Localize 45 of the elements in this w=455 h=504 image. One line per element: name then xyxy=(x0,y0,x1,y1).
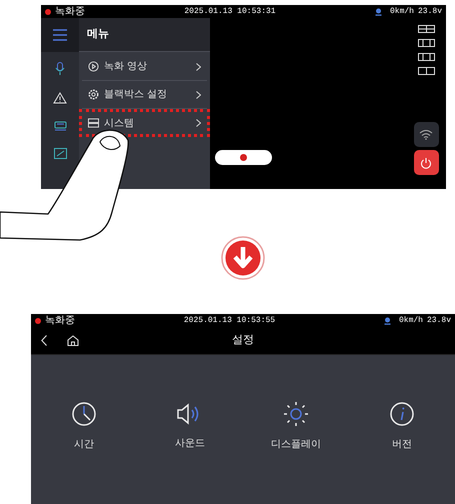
sun-icon xyxy=(283,401,309,427)
location-icon xyxy=(374,8,382,16)
recording-status: 녹화중 xyxy=(45,316,75,326)
settings-item[interactable]: 디스플레이 xyxy=(243,401,349,452)
layout-icon[interactable] xyxy=(418,53,434,61)
chevron-right-icon xyxy=(196,90,201,98)
datetime: 2025.01.13 10:53:55 xyxy=(182,316,276,324)
power-icon xyxy=(420,156,432,168)
speed: 0km/h xyxy=(390,8,414,16)
microphone-icon[interactable] xyxy=(55,62,65,76)
power-button[interactable] xyxy=(414,150,438,175)
record-button[interactable] xyxy=(215,150,272,165)
location-icon xyxy=(384,316,391,324)
screen-icon[interactable] xyxy=(54,148,66,159)
back-icon xyxy=(41,335,47,346)
settings-item[interactable]: 버전 xyxy=(349,401,455,452)
menu-title: 메뉴 xyxy=(87,26,109,42)
datetime: 2025.01.13 10:53:31 xyxy=(183,8,277,16)
chevron-right-icon xyxy=(196,62,201,70)
home-button[interactable] xyxy=(67,334,81,348)
gear-icon xyxy=(88,89,99,100)
warning-icon[interactable] xyxy=(53,92,67,104)
info-icon xyxy=(389,401,415,427)
home-icon xyxy=(67,335,79,346)
record-icon xyxy=(240,154,247,161)
wifi-icon xyxy=(419,129,433,140)
menu-item[interactable]: 녹화 영상 xyxy=(82,53,207,81)
server-icon xyxy=(88,118,99,128)
wifi-button[interactable] xyxy=(414,122,438,147)
chevron-right-icon xyxy=(196,119,201,127)
settings-item[interactable]: 사운드 xyxy=(137,402,243,451)
recording-status: 녹화중 xyxy=(55,6,85,16)
layout-icon[interactable] xyxy=(418,25,434,33)
layout-icon[interactable] xyxy=(418,39,434,47)
menu-button[interactable] xyxy=(41,18,79,52)
menu-icon xyxy=(53,29,67,41)
play-icon xyxy=(88,61,99,72)
menu-item[interactable]: 블랙박스 설정 xyxy=(82,81,207,109)
settings-item[interactable]: 시간 xyxy=(31,401,137,452)
layout-icon[interactable] xyxy=(418,67,434,75)
clock-icon xyxy=(71,401,97,427)
screen-title: 설정 xyxy=(231,332,255,348)
voltage: 23.8v xyxy=(426,316,451,324)
voltage: 23.8v xyxy=(418,8,442,16)
speed: 0km/h xyxy=(398,316,423,324)
